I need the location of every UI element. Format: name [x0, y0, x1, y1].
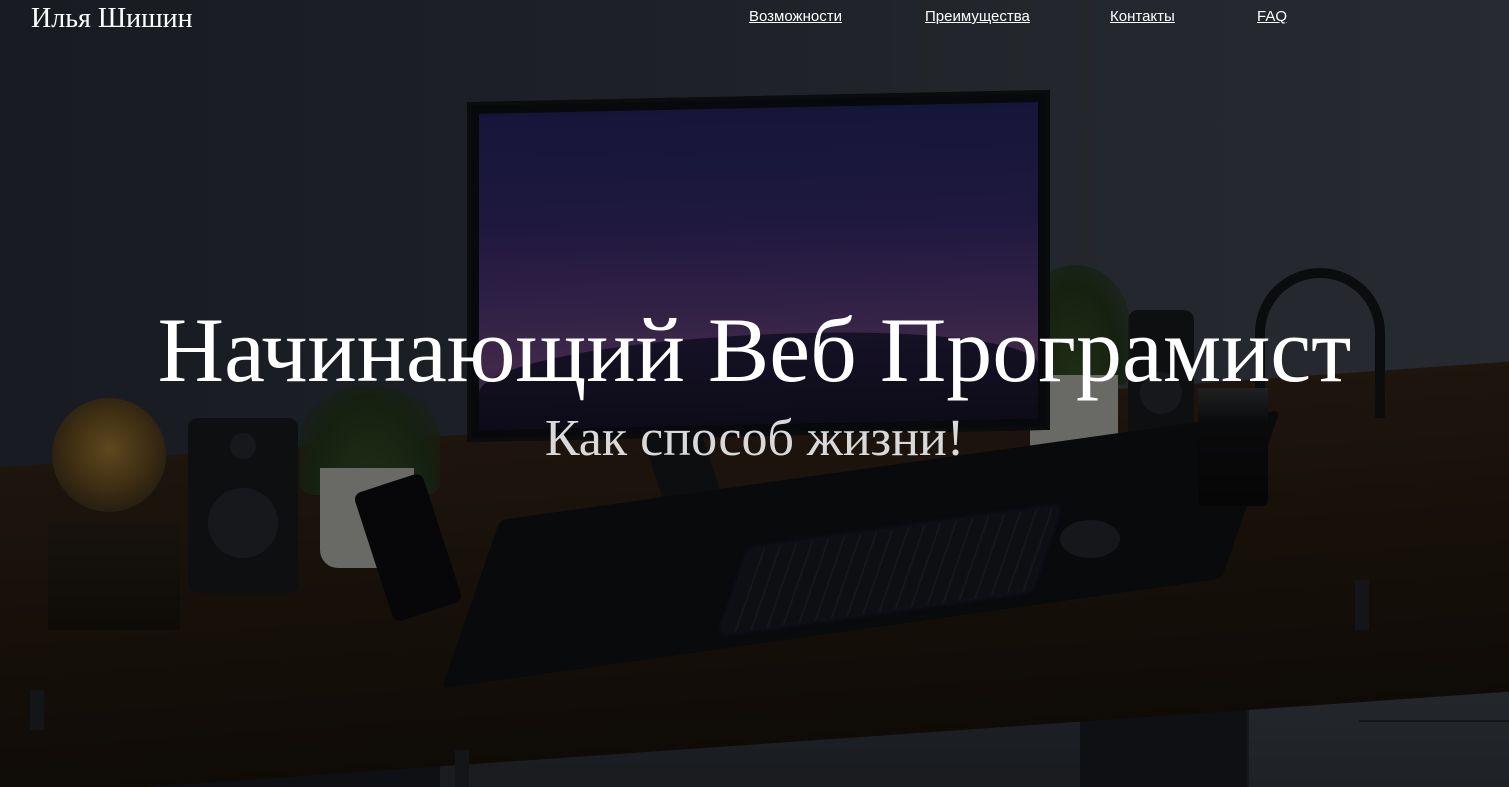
nav-link-faq[interactable]: FAQ	[1257, 8, 1287, 25]
nav-link-features[interactable]: Возможности	[749, 8, 842, 25]
hero-section: Илья Шишин Возможности Преимущества Конт…	[0, 0, 1509, 787]
hero-title: Начинающий Веб Програмист	[157, 299, 1352, 401]
nav-link-advantages[interactable]: Преимущества	[925, 8, 1030, 25]
main-nav: Возможности Преимущества Контакты FAQ	[0, 8, 1509, 28]
nav-link-contacts[interactable]: Контакты	[1110, 8, 1175, 25]
hero-subtitle: Как способ жизни!	[544, 410, 965, 467]
site-header: Илья Шишин Возможности Преимущества Конт…	[0, 0, 1509, 40]
